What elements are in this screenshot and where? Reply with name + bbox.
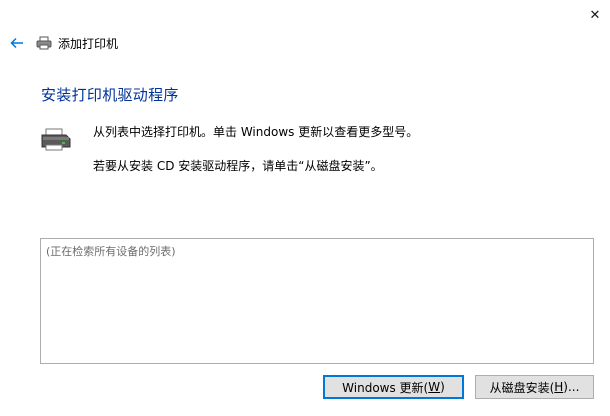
add-printer-window: ✕ 添加打印机 安装打印机驱动程序 从列表中选择打印机。单击 Windows 更… <box>0 0 610 416</box>
close-button[interactable]: ✕ <box>580 0 610 30</box>
description-line-2: 若要从安装 CD 安装驱动程序，请单击“从磁盘安装”。 <box>93 159 383 173</box>
printer-icon <box>40 126 72 152</box>
have-disk-label-prefix: 从磁盘安装( <box>489 380 555 395</box>
windows-update-accel: W <box>428 380 441 394</box>
window-title: 添加打印机 <box>58 36 119 51</box>
title-bar: 添加打印机 <box>6 32 118 54</box>
printer-icon <box>36 35 52 51</box>
back-button[interactable] <box>6 32 28 54</box>
have-disk-button[interactable]: 从磁盘安装(H)... <box>475 375 594 399</box>
have-disk-accel: H <box>554 380 564 394</box>
list-loading-text: (正在检索所有设备的列表) <box>46 245 176 258</box>
windows-update-label-suffix: ) <box>440 380 445 394</box>
page-heading: 安装打印机驱动程序 <box>41 86 179 104</box>
description-line-1: 从列表中选择打印机。单击 Windows 更新以查看更多型号。 <box>93 125 419 139</box>
windows-update-label-prefix: Windows 更新( <box>342 380 429 395</box>
printer-list[interactable]: (正在检索所有设备的列表) <box>40 238 594 364</box>
back-arrow-icon <box>10 37 23 49</box>
close-icon: ✕ <box>589 7 601 23</box>
have-disk-label-suffix: )... <box>563 380 580 394</box>
windows-update-button[interactable]: Windows 更新(W) <box>323 375 464 399</box>
